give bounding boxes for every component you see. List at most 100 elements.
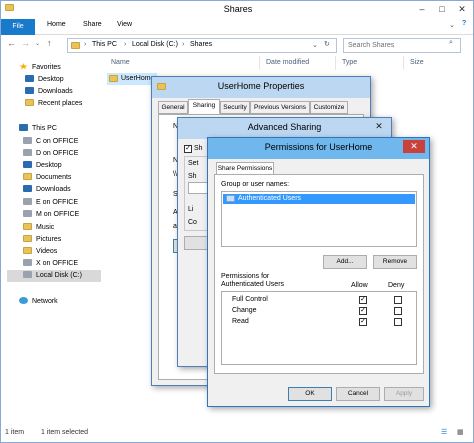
nav-x-on-office[interactable]: X on OFFICE — [23, 258, 78, 270]
advanced-title: Advanced Sharing — [247, 122, 322, 132]
desktop-icon — [23, 161, 32, 168]
recent-icon — [25, 99, 34, 106]
user-list-item[interactable]: Authenticated Users — [223, 194, 415, 204]
breadcrumb-thispc[interactable]: This PC — [92, 41, 117, 48]
change-allow-checkbox[interactable]: ✓ — [359, 307, 367, 315]
tab-security[interactable]: Security — [220, 101, 250, 114]
tab-view[interactable]: View — [117, 21, 132, 28]
computer-icon — [19, 124, 28, 131]
permissions-title: Permissions for UserHome — [264, 142, 373, 152]
download-icon — [25, 87, 34, 94]
nav-recent-places[interactable]: Recent places — [25, 98, 82, 110]
tab-general[interactable]: General — [158, 101, 188, 114]
network-icon — [19, 297, 28, 304]
network-drive-icon — [23, 210, 32, 217]
nav-videos[interactable]: Videos — [23, 246, 57, 258]
maximize-button[interactable]: □ — [435, 3, 449, 15]
col-type[interactable]: Type — [335, 56, 403, 70]
music-icon — [23, 223, 32, 230]
forward-arrow-icon[interactable]: → — [21, 38, 30, 48]
file-row[interactable]: UserHome — [107, 73, 157, 85]
title-bar: Shares – □ ✕ — [1, 1, 473, 19]
address-box[interactable]: › This PC › Local Disk (C:) › Shares ⌄ ↻ — [67, 38, 337, 53]
nav-pc-desktop[interactable]: Desktop — [23, 160, 62, 172]
search-icon[interactable]: ⌕ — [449, 39, 453, 47]
videos-icon — [23, 247, 32, 254]
nav-pictures[interactable]: Pictures — [23, 234, 61, 246]
perm-change: Change — [232, 307, 257, 314]
window-title: Shares — [223, 4, 253, 14]
nav-e-on-office[interactable]: E on OFFICE — [23, 197, 78, 209]
nav-desktop[interactable]: Desktop — [25, 74, 64, 86]
breadcrumb-localdisk[interactable]: Local Disk (C:) — [132, 41, 178, 48]
nav-c-on-office[interactable]: C on OFFICE — [23, 136, 78, 148]
chevron-down-icon[interactable]: ⌄ — [449, 21, 455, 29]
ok-button[interactable]: OK — [288, 387, 332, 401]
address-bar-row: ← → ⌄ ↑ › This PC › Local Disk (C:) › Sh… — [1, 36, 473, 54]
advanced-title-bar: Advanced Sharing ✕ — [178, 118, 391, 139]
nav-documents[interactable]: Documents — [23, 172, 71, 184]
nav-pc-downloads[interactable]: Downloads — [23, 184, 71, 196]
permissions-title-bar: Permissions for UserHome ✕ — [208, 138, 429, 159]
read-deny-checkbox[interactable] — [394, 318, 402, 326]
back-arrow-icon[interactable]: ← — [7, 38, 16, 48]
refresh-icon[interactable]: ↻ — [324, 40, 330, 48]
status-bar: 1 item 1 item selected ☰ ▦ — [1, 426, 473, 442]
chevron-down-icon[interactable]: ⌄ — [312, 41, 318, 49]
nav-d-on-office[interactable]: D on OFFICE — [23, 148, 78, 160]
nav-network[interactable]: Network — [19, 296, 58, 308]
share-folder-checkbox[interactable]: ✓ — [184, 145, 192, 153]
tab-previous-versions[interactable]: Previous Versions — [250, 101, 310, 114]
search-input[interactable]: Search Shares — [343, 38, 461, 53]
download-icon — [23, 185, 32, 192]
tab-file[interactable]: File — [1, 19, 35, 35]
close-icon[interactable]: ✕ — [403, 140, 425, 153]
full-control-allow-checkbox[interactable]: ✓ — [359, 296, 367, 304]
nav-downloads[interactable]: Downloads — [25, 86, 73, 98]
remove-button[interactable]: Remove — [373, 255, 417, 269]
close-button[interactable]: ✕ — [455, 3, 469, 15]
user-list[interactable]: Authenticated Users — [221, 191, 417, 247]
close-icon[interactable]: ✕ — [371, 120, 387, 133]
apply-button[interactable]: Apply — [384, 387, 424, 401]
minimize-button[interactable]: – — [415, 3, 429, 15]
full-control-deny-checkbox[interactable] — [394, 296, 402, 304]
details-view-icon[interactable]: ☰ — [441, 426, 447, 440]
nav-thispc[interactable]: This PC — [19, 123, 57, 135]
change-deny-checkbox[interactable] — [394, 307, 402, 315]
nav-m-on-office[interactable]: M on OFFICE — [23, 209, 79, 221]
tab-sharing[interactable]: Sharing — [188, 99, 220, 114]
permissions-dialog: Permissions for UserHome ✕ Share Permiss… — [207, 137, 430, 407]
up-arrow-icon[interactable]: ↑ — [47, 38, 52, 48]
add-button[interactable]: Add... — [323, 255, 367, 269]
status-selected: 1 item selected — [41, 429, 89, 436]
deny-header: Deny — [388, 282, 405, 289]
documents-icon — [23, 173, 32, 180]
col-date[interactable]: Date modified — [259, 56, 335, 70]
tab-share[interactable]: Share — [83, 21, 102, 28]
file-name: UserHome — [121, 75, 155, 82]
breadcrumb-shares[interactable]: Shares — [190, 41, 212, 48]
network-drive-icon — [23, 137, 32, 144]
recent-chevron-icon[interactable]: ⌄ — [35, 40, 40, 47]
navigation-pane: Favorites Desktop Downloads Recent place… — [1, 56, 101, 424]
network-drive-icon — [23, 149, 32, 156]
tab-customize[interactable]: Customize — [310, 101, 348, 114]
col-name[interactable]: Name — [105, 56, 259, 70]
read-allow-checkbox[interactable]: ✓ — [359, 318, 367, 326]
column-headers: Name Date modified Type Size — [105, 56, 473, 70]
cancel-button[interactable]: Cancel — [336, 387, 380, 401]
help-icon[interactable]: ? — [462, 20, 466, 27]
tiles-view-icon[interactable]: ▦ — [457, 426, 464, 440]
tab-home[interactable]: Home — [47, 21, 66, 28]
col-size[interactable]: Size — [403, 56, 473, 70]
folder-icon — [71, 42, 84, 50]
permissions-list: Full Control ✓ Change ✓ Read ✓ — [221, 291, 417, 365]
nav-local-disk[interactable]: Local Disk (C:) — [7, 270, 101, 282]
nav-music[interactable]: Music — [23, 222, 54, 234]
status-items: 1 item — [5, 429, 25, 436]
nav-favorites[interactable]: Favorites — [19, 62, 61, 74]
perm-read: Read — [232, 318, 249, 325]
properties-title-bar: UserHome Properties — [152, 77, 370, 98]
group-label: Group or user names: — [221, 181, 290, 188]
